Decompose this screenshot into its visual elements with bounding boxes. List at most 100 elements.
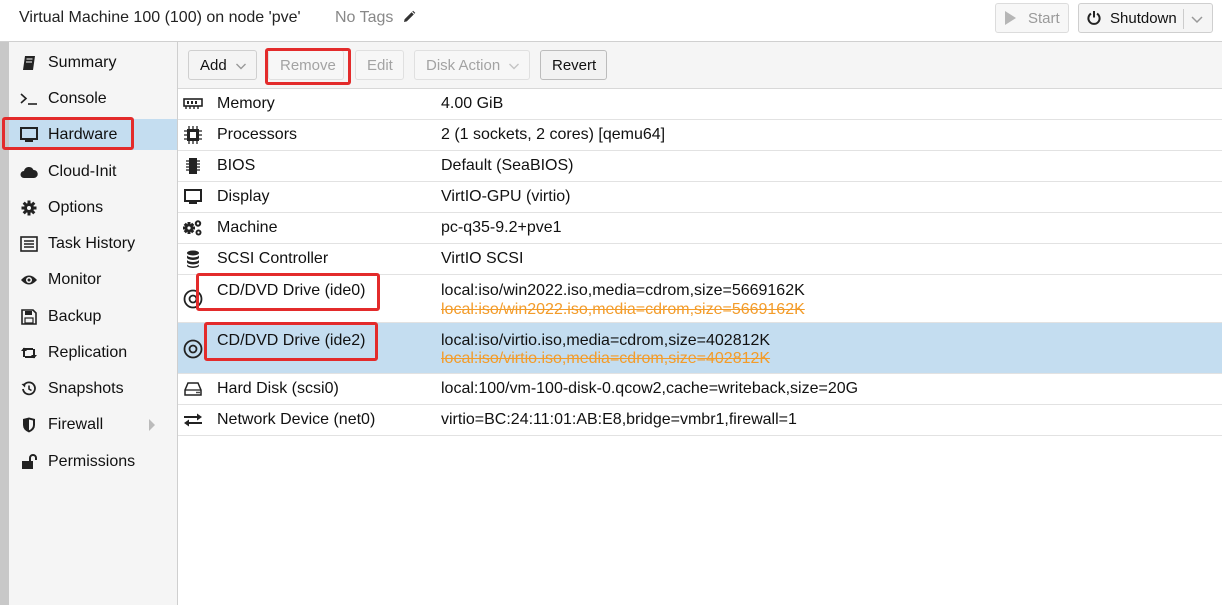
chevron-down-icon xyxy=(508,60,520,72)
table-row-scsi-controller[interactable]: SCSI Controller VirtIO SCSI xyxy=(178,244,1222,275)
sidebar-item-label: Summary xyxy=(48,53,117,71)
sidebar-item-label: Cloud-Init xyxy=(48,162,117,180)
retweet-icon xyxy=(19,343,39,363)
sidebar-item-label: Permissions xyxy=(48,452,136,470)
row-name: BIOS xyxy=(217,157,256,174)
terminal-icon xyxy=(19,89,39,109)
pencil-icon[interactable] xyxy=(402,10,416,24)
cdrom-icon xyxy=(182,338,204,360)
hardware-toolbar: Add Remove Edit Disk Action Revert xyxy=(178,42,1222,89)
shield-icon xyxy=(19,415,39,435)
row-value: VirtIO-GPU (virtio) xyxy=(441,188,571,205)
sidebar-item-cloud-init[interactable]: Cloud-Init xyxy=(9,156,177,187)
row-value: 2 (1 sockets, 2 cores) [qemu64] xyxy=(441,126,666,143)
sidebar-item-backup[interactable]: Backup xyxy=(9,301,177,332)
sidebar-item-label: Monitor xyxy=(48,270,102,288)
table-row-bios[interactable]: BIOS Default (SeaBIOS) xyxy=(178,151,1222,182)
history-icon xyxy=(19,379,39,399)
row-value: 4.00 GiB xyxy=(441,95,504,112)
tags-editor[interactable]: No Tags xyxy=(335,9,416,27)
row-name: Display xyxy=(217,188,270,205)
list-icon xyxy=(19,234,39,254)
sidebar-item-label: Options xyxy=(48,198,104,216)
gear-icon xyxy=(19,198,39,218)
exchange-icon xyxy=(182,409,204,431)
sidebar-item-monitor[interactable]: Monitor xyxy=(9,264,177,295)
display-icon xyxy=(182,186,204,208)
disk-action-label: Disk Action xyxy=(426,56,501,74)
edit-label: Edit xyxy=(367,56,393,74)
table-row-memory[interactable]: Memory 4.00 GiB xyxy=(178,89,1222,120)
expand-arrow-icon[interactable] xyxy=(149,419,155,431)
row-name: CD/DVD Drive (ide0) xyxy=(217,282,366,299)
revert-button[interactable]: Revert xyxy=(540,50,607,80)
row-name: SCSI Controller xyxy=(217,250,329,267)
revert-label: Revert xyxy=(552,56,597,74)
row-name: Hard Disk (scsi0) xyxy=(217,380,339,397)
table-row-machine[interactable]: Machine pc-q35-9.2+pve1 xyxy=(178,213,1222,244)
sidebar-item-options[interactable]: Options xyxy=(9,192,177,223)
monitor-icon xyxy=(19,125,39,145)
cloud-icon xyxy=(19,162,39,182)
row-value: local:iso/win2022.iso,media=cdrom,size=5… xyxy=(441,282,805,299)
hardware-panel: Add Remove Edit Disk Action Revert Memor… xyxy=(178,42,1222,605)
row-value: pc-q35-9.2+pve1 xyxy=(441,219,562,236)
edit-button[interactable]: Edit xyxy=(355,50,404,80)
start-label: Start xyxy=(1028,9,1060,27)
resource-tree-edge xyxy=(0,42,9,605)
row-name: Memory xyxy=(217,95,275,112)
sidebar-item-task-history[interactable]: Task History xyxy=(9,228,177,259)
row-value: local:100/vm-100-disk-0.qcow2,cache=writ… xyxy=(441,380,859,397)
shutdown-button[interactable]: Shutdown xyxy=(1078,3,1213,33)
row-name: Network Device (net0) xyxy=(217,411,376,428)
row-value: VirtIO SCSI xyxy=(441,250,524,267)
chevron-down-icon xyxy=(235,60,247,72)
row-pending-value: local:iso/win2022.iso,media=cdrom,size=5… xyxy=(441,301,805,318)
row-pending-value: local:iso/virtio.iso,media=cdrom,size=40… xyxy=(441,350,771,367)
table-row-hard-disk[interactable]: Hard Disk (scsi0) local:100/vm-100-disk-… xyxy=(178,374,1222,405)
row-value: Default (SeaBIOS) xyxy=(441,157,574,174)
table-row-processors[interactable]: Processors 2 (1 sockets, 2 cores) [qemu6… xyxy=(178,120,1222,151)
sidebar-item-snapshots[interactable]: Snapshots xyxy=(9,373,177,404)
sidebar-item-label: Backup xyxy=(48,307,102,325)
sidebar-item-summary[interactable]: Summary xyxy=(9,47,177,78)
add-button[interactable]: Add xyxy=(188,50,257,80)
floppy-icon xyxy=(19,307,39,327)
table-row-cdrom-ide2[interactable]: CD/DVD Drive (ide2) local:iso/virtio.iso… xyxy=(178,323,1222,374)
sidebar-item-label: Snapshots xyxy=(48,379,124,397)
row-value: local:iso/virtio.iso,media=cdrom,size=40… xyxy=(441,332,771,349)
sidebar-item-label: Replication xyxy=(48,343,128,361)
shutdown-label: Shutdown xyxy=(1110,9,1177,27)
play-icon xyxy=(1005,11,1016,25)
table-row-display[interactable]: Display VirtIO-GPU (virtio) xyxy=(178,182,1222,213)
unlock-icon xyxy=(19,452,39,472)
sidebar: Summary Console Hardware Cloud-Init Opti… xyxy=(9,42,178,605)
add-label: Add xyxy=(200,56,227,74)
cdrom-icon xyxy=(182,288,204,310)
start-button[interactable]: Start xyxy=(995,3,1069,33)
sidebar-item-firewall[interactable]: Firewall xyxy=(9,409,177,440)
database-icon xyxy=(182,248,204,270)
sidebar-item-label: Firewall xyxy=(48,415,104,433)
row-name: CD/DVD Drive (ide2) xyxy=(217,332,366,349)
sidebar-item-console[interactable]: Console xyxy=(9,83,177,114)
sidebar-item-hardware[interactable]: Hardware xyxy=(9,119,177,150)
eye-icon xyxy=(19,270,39,290)
chevron-down-icon[interactable] xyxy=(1190,10,1204,28)
cogs-icon xyxy=(182,217,204,239)
row-name: Processors xyxy=(217,126,298,143)
row-name: Machine xyxy=(217,219,278,236)
button-separator xyxy=(1183,9,1184,29)
disk-action-button[interactable]: Disk Action xyxy=(414,50,530,80)
page-title: Virtual Machine 100 (100) on node 'pve' xyxy=(19,9,301,26)
hdd-icon xyxy=(182,378,204,400)
microchip-icon xyxy=(182,155,204,177)
power-icon xyxy=(1086,10,1102,26)
sidebar-item-replication[interactable]: Replication xyxy=(9,337,177,368)
sidebar-item-permissions[interactable]: Permissions xyxy=(9,446,177,477)
table-row-cdrom-ide0[interactable]: CD/DVD Drive (ide0) local:iso/win2022.is… xyxy=(178,275,1222,323)
table-row-network-device[interactable]: Network Device (net0) virtio=BC:24:11:01… xyxy=(178,405,1222,436)
tags-label: No Tags xyxy=(335,9,394,26)
row-value: virtio=BC:24:11:01:AB:E8,bridge=vmbr1,fi… xyxy=(441,411,797,428)
remove-button[interactable]: Remove xyxy=(268,50,344,80)
